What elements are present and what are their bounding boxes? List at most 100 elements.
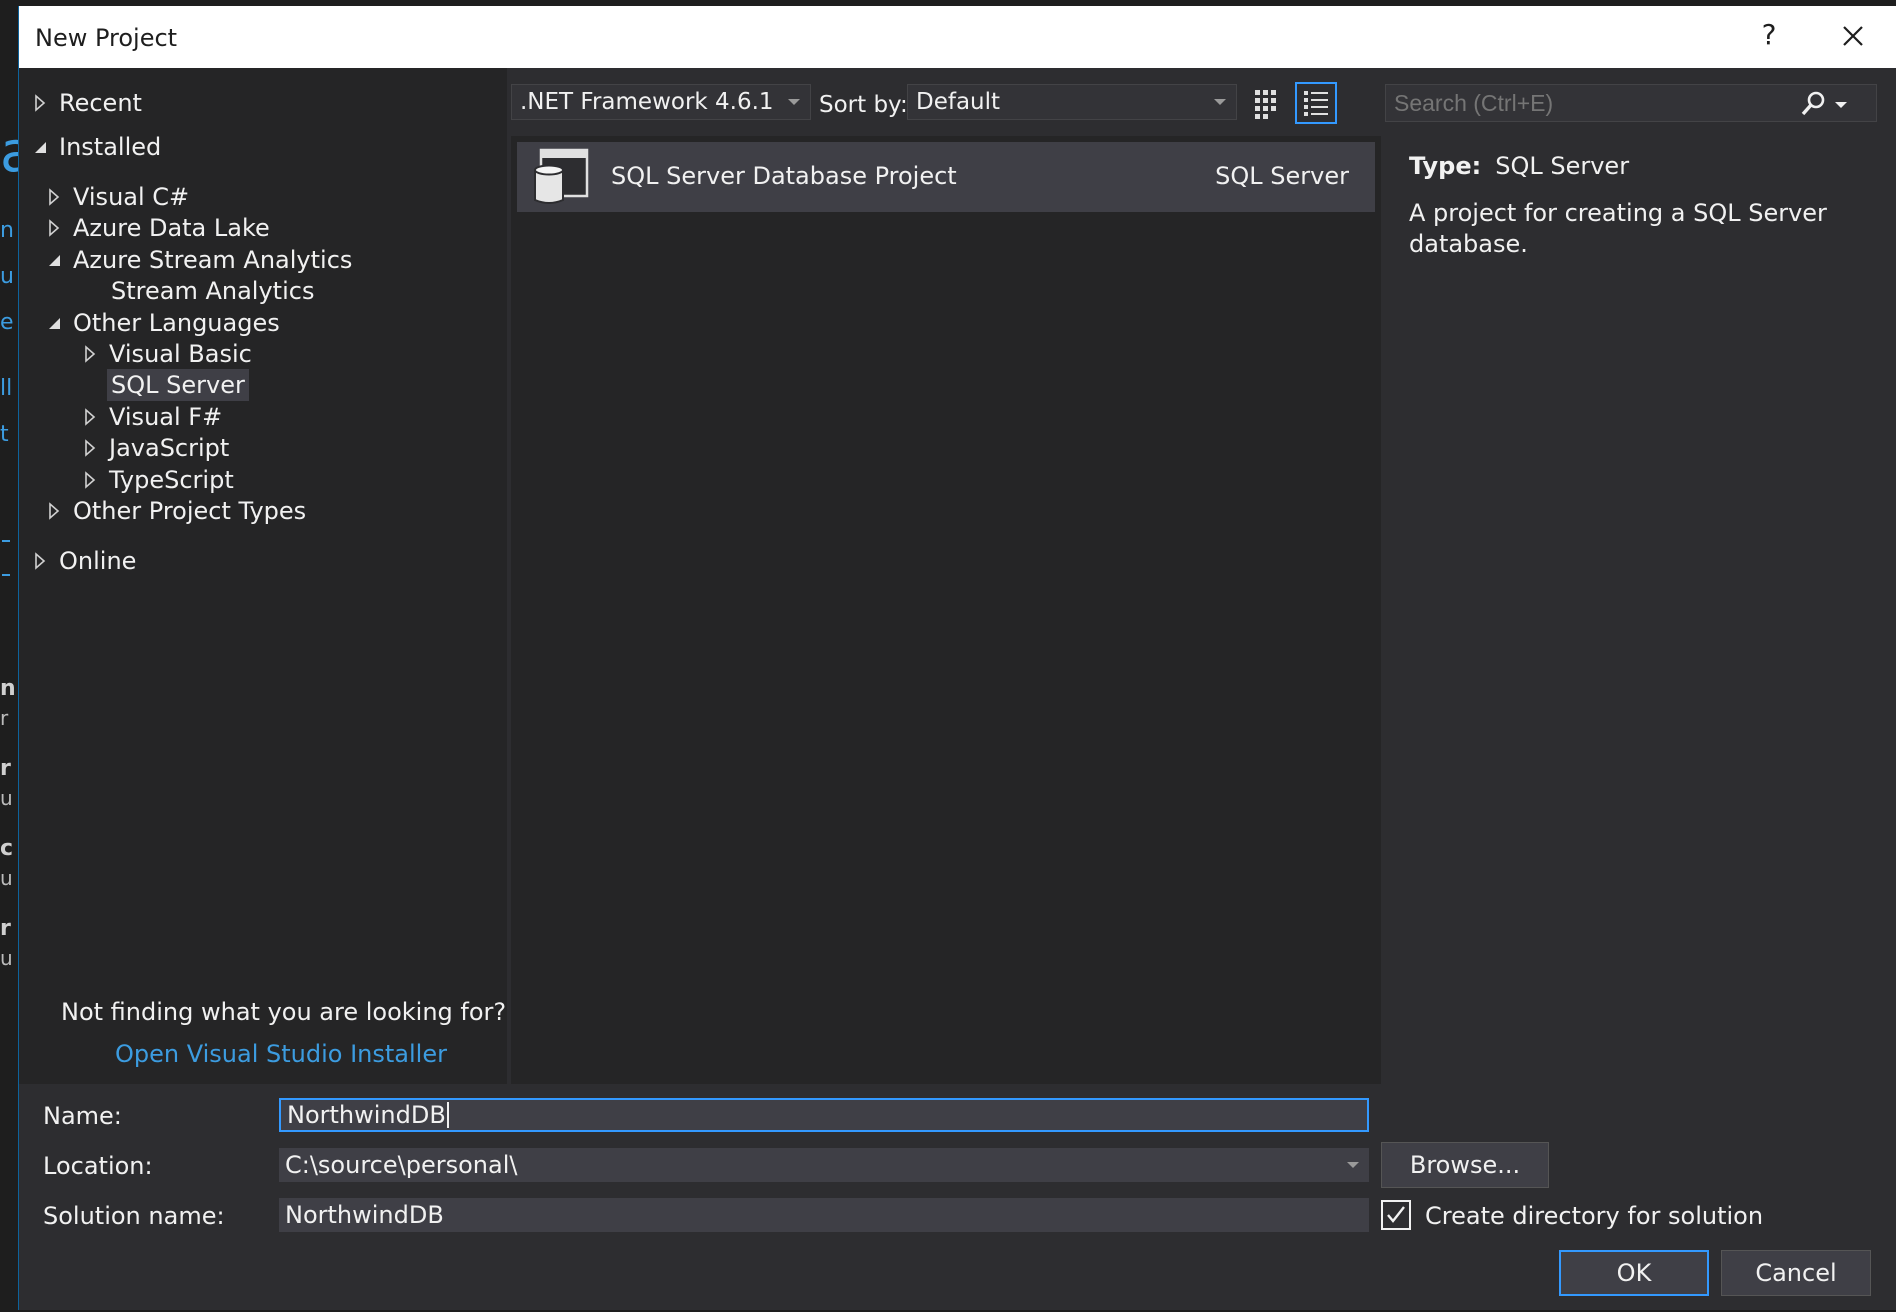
template-description: A project for creating a SQL Server data… [1409, 199, 1827, 258]
expand-arrow-icon[interactable] [45, 219, 63, 237]
solution-name-input[interactable]: NorthwindDB [279, 1198, 1369, 1232]
templates-list: SQL Server Database Project SQL Server [511, 136, 1381, 1084]
solution-name-value: NorthwindDB [285, 1201, 444, 1229]
tree-item-sql-server[interactable]: SQL Server [107, 368, 249, 402]
close-icon [1843, 26, 1863, 46]
tree-item-stream-analytics[interactable]: Stream Analytics [111, 274, 314, 308]
tree-item-typescript[interactable]: TypeScript [81, 463, 234, 497]
create-directory-checkbox[interactable] [1381, 1200, 1411, 1230]
background-text-fragment: u [0, 786, 13, 810]
background-text-fragment: c [0, 836, 14, 861]
list-view-icon [1304, 91, 1328, 116]
sort-by-dropdown[interactable]: Default [907, 84, 1237, 120]
cancel-button[interactable]: Cancel [1721, 1250, 1871, 1296]
tree-item-visual-csharp[interactable]: Visual C# [45, 180, 189, 214]
background-text-fragment: u [0, 264, 14, 289]
grid-view-icon [1255, 90, 1276, 119]
tree-item-label: SQL Server [107, 369, 249, 401]
tree-item-other-languages[interactable]: Other Languages [45, 306, 280, 340]
tree-item-label: Other Project Types [73, 497, 307, 525]
background-text-fragment: a [0, 120, 18, 185]
dialog-title: New Project [35, 24, 178, 52]
tree-item-label: Visual C# [73, 183, 190, 211]
background-text-fragment: r [0, 756, 11, 781]
background-text-fragment: u [0, 866, 13, 890]
tree-item-visual-fsharp[interactable]: Visual F# [81, 400, 222, 434]
background-window-strip: a n u e ll t n r r u c u r u [0, 0, 18, 1312]
location-label: Location: [43, 1152, 153, 1180]
template-type-line: Type: SQL Server [1409, 152, 1629, 180]
expand-arrow-icon[interactable] [81, 471, 99, 489]
background-text-fragment: n [0, 676, 16, 701]
open-installer-link[interactable]: Open Visual Studio Installer [115, 1040, 447, 1068]
tree-item-label: Visual Basic [109, 340, 252, 368]
project-name-value: NorthwindDB [287, 1101, 446, 1129]
collapse-arrow-icon[interactable] [45, 251, 63, 269]
tree-item-label: Visual F# [109, 403, 223, 431]
template-details-panel: Type: SQL Server A project for creating a… [1385, 136, 1896, 1084]
help-button[interactable]: ? [1749, 18, 1789, 54]
expand-arrow-icon[interactable] [45, 502, 63, 520]
type-label: Type: [1409, 152, 1482, 180]
checkmark-icon [1387, 1206, 1405, 1223]
background-text-fragment: e [0, 310, 14, 335]
template-row-sql-server-database-project[interactable]: SQL Server Database Project SQL Server [517, 142, 1375, 212]
background-text-fragment: u [0, 946, 13, 970]
type-value: SQL Server [1495, 152, 1630, 180]
tree-item-label: Other Languages [73, 309, 280, 337]
background-accent-bar [2, 540, 10, 542]
background-text-fragment: n [0, 218, 14, 243]
browse-button[interactable]: Browse... [1381, 1142, 1549, 1188]
tree-item-installed[interactable]: Installed [31, 130, 161, 164]
not-finding-text: Not finding what you are looking for? [61, 998, 507, 1026]
background-accent-bar [2, 574, 10, 576]
project-name-input[interactable]: NorthwindDB [279, 1098, 1369, 1132]
expand-arrow-icon[interactable] [31, 552, 49, 570]
name-label: Name: [43, 1102, 122, 1130]
tree-item-visual-basic[interactable]: Visual Basic [81, 337, 252, 371]
expand-arrow-icon[interactable] [81, 345, 99, 363]
database-project-icon [534, 148, 589, 204]
template-name: SQL Server Database Project [611, 162, 957, 190]
tree-item-javascript[interactable]: JavaScript [81, 431, 229, 465]
ok-button[interactable]: OK [1559, 1250, 1709, 1296]
framework-dropdown-value: .NET Framework 4.6.1 [520, 89, 774, 115]
tree-item-azure-stream-analytics[interactable]: Azure Stream Analytics [45, 243, 352, 277]
new-project-dialog: New Project ? Recent Installed Visual C#… [18, 6, 1896, 1310]
collapse-arrow-icon[interactable] [45, 314, 63, 332]
tree-item-other-project-types[interactable]: Other Project Types [45, 494, 306, 528]
background-text-fragment: ll [0, 376, 13, 401]
background-text-fragment: r [0, 706, 9, 730]
solution-name-label: Solution name: [43, 1202, 225, 1230]
list-view-button[interactable] [1295, 82, 1337, 124]
dialog-titlebar: New Project ? [19, 6, 1896, 68]
tree-item-online[interactable]: Online [31, 544, 136, 578]
small-icons-view-button[interactable] [1247, 84, 1285, 122]
dropdown-arrow-icon [788, 99, 800, 105]
tree-item-label: JavaScript [109, 434, 230, 462]
close-button[interactable] [1831, 16, 1875, 56]
background-text-fragment: t [0, 422, 9, 447]
search-options-dropdown-icon[interactable] [1835, 102, 1847, 108]
tree-item-recent[interactable]: Recent [31, 86, 142, 120]
sort-by-label: Sort by: [819, 92, 908, 118]
text-caret [446, 1102, 449, 1128]
background-text-fragment: r [0, 916, 11, 941]
dropdown-arrow-icon[interactable] [1347, 1162, 1359, 1168]
expand-arrow-icon[interactable] [45, 188, 63, 206]
search-icon[interactable] [1799, 90, 1827, 118]
tree-item-azure-data-lake[interactable]: Azure Data Lake [45, 211, 270, 245]
tree-item-label: Azure Data Lake [73, 214, 270, 242]
expand-arrow-icon[interactable] [81, 439, 99, 457]
tree-item-label: TypeScript [109, 466, 234, 494]
template-category-tree: Recent Installed Visual C# Azure Data La… [19, 68, 507, 1084]
framework-dropdown[interactable]: .NET Framework 4.6.1 [511, 84, 811, 120]
tree-item-label: Online [59, 547, 137, 575]
create-directory-label[interactable]: Create directory for solution [1425, 1202, 1763, 1230]
expand-arrow-icon[interactable] [81, 408, 99, 426]
location-combobox[interactable]: C:\source\personal\ [279, 1148, 1369, 1182]
tree-item-label: Recent [59, 89, 142, 117]
expand-arrow-icon[interactable] [31, 94, 49, 112]
collapse-arrow-icon[interactable] [31, 138, 49, 156]
tree-item-label: Azure Stream Analytics [73, 246, 353, 274]
